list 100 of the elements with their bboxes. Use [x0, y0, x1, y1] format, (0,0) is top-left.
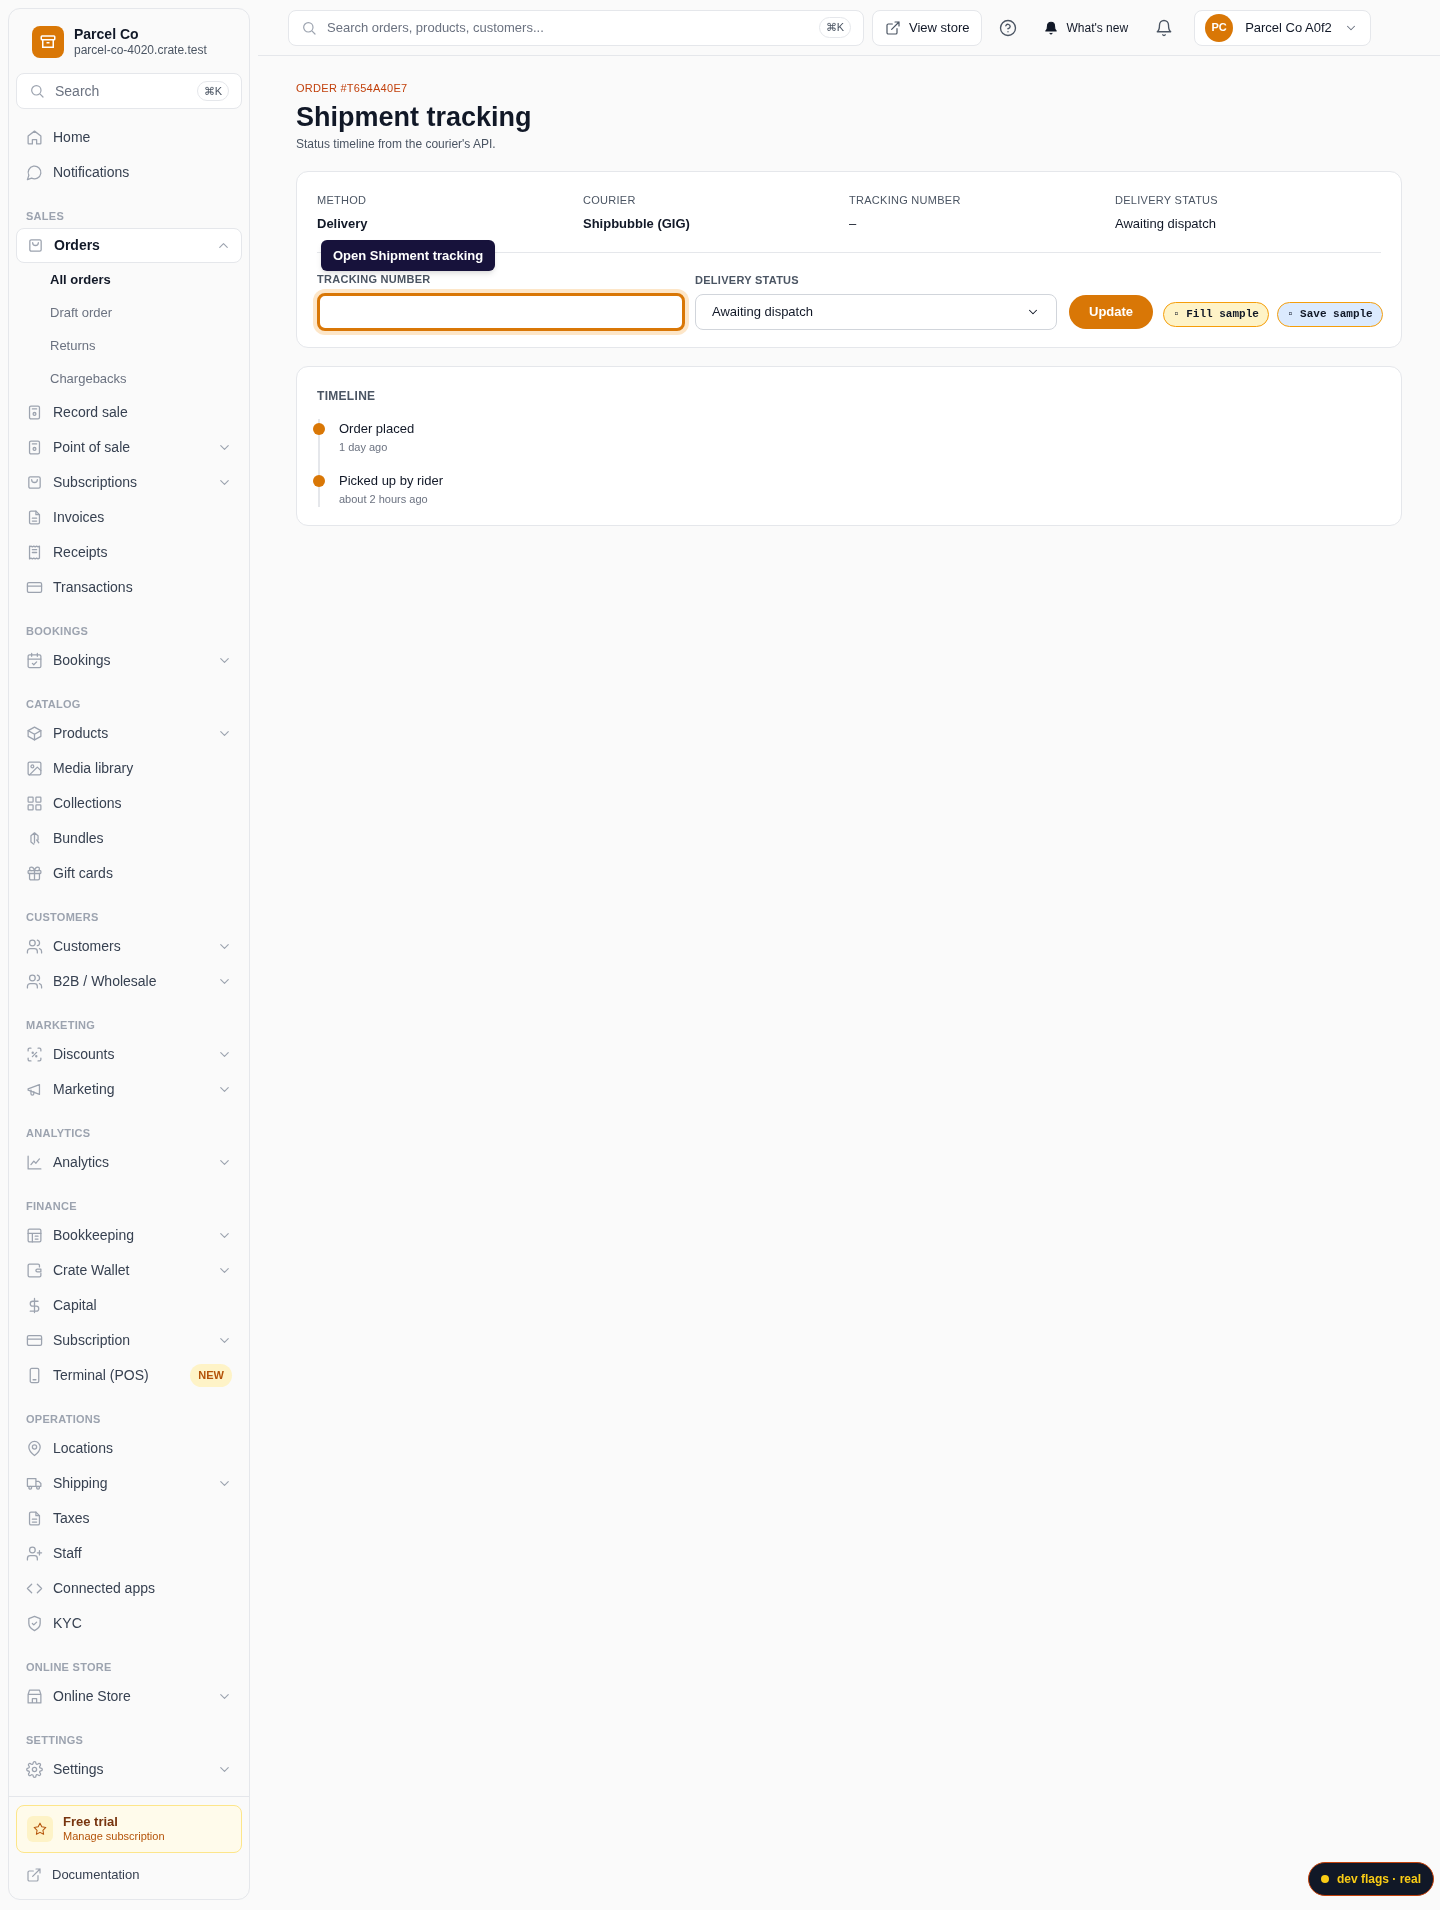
nav-item[interactable]: Notifications [16, 155, 242, 190]
search-icon [301, 19, 317, 36]
bell-icon [1155, 18, 1174, 37]
nav-item[interactable]: KYC [16, 1606, 242, 1641]
truck-icon [26, 1475, 43, 1492]
dev-flags-pill[interactable]: dev flags · real [1308, 1862, 1435, 1896]
new-badge: NEW [190, 1364, 232, 1387]
nav-item[interactable]: Subscription [16, 1323, 242, 1358]
nav-item[interactable]: Bookkeeping [16, 1218, 242, 1253]
store-logo-icon [32, 26, 64, 58]
search-placeholder: Search orders, products, customers... [327, 18, 545, 37]
document-icon [26, 1510, 43, 1527]
bag-icon [27, 237, 44, 254]
nav-item[interactable]: Gift cards [16, 856, 242, 891]
nav-item[interactable]: Crate Wallet [16, 1253, 242, 1288]
section-heading: FINANCE [25, 1198, 78, 1214]
sub-nav-item[interactable]: All orders [16, 263, 242, 296]
view-store-button[interactable]: View store [872, 9, 983, 46]
megaphone-icon [26, 1081, 43, 1098]
section-heading: BOOKINGS [25, 623, 90, 639]
external-link-icon [26, 1867, 42, 1883]
section-heading: ONLINE STORE [25, 1659, 113, 1675]
section-heading: OPERATIONS [25, 1411, 102, 1427]
field-label: TRACKING NUMBER [849, 192, 962, 208]
nav-item[interactable]: Marketing [16, 1072, 242, 1107]
bell-icon [1044, 20, 1059, 35]
nav-item[interactable]: Record sale [16, 395, 242, 430]
account-menu-button[interactable]: PC Parcel Co A0f2 [1194, 9, 1371, 46]
nav-item[interactable]: Capital [16, 1288, 242, 1323]
chat-bubble-icon [26, 164, 43, 181]
free-trial-card[interactable]: Free trial Manage subscription [16, 1805, 242, 1853]
sidebar-search-field[interactable]: Search ⌘K [16, 73, 242, 109]
field-value: Delivery [317, 215, 369, 233]
event-time: about 2 hours ago [339, 491, 429, 507]
nav-item[interactable]: Online Store [16, 1679, 242, 1714]
sub-nav-item[interactable]: Draft order [16, 296, 242, 329]
nav-item[interactable]: Discounts [16, 1037, 242, 1072]
nav-item[interactable]: Home [16, 120, 242, 155]
store-name: Parcel Co [74, 25, 140, 44]
settings-icon [26, 1761, 43, 1778]
delivery-status-select[interactable]: Awaiting dispatch [695, 294, 1057, 330]
nav-item[interactable]: Customers [16, 929, 242, 964]
nav-item[interactable]: Bundles [16, 821, 242, 856]
sample-button[interactable]: ▫ Fill sample [1163, 302, 1269, 327]
sample-button[interactable]: ▫ Save sample [1276, 302, 1383, 327]
event-time: 1 day ago [339, 439, 389, 455]
sub-nav-item[interactable]: Returns [16, 329, 242, 362]
nav-item[interactable]: Analytics [16, 1145, 242, 1180]
register-icon [26, 439, 43, 456]
search-icon [29, 83, 45, 99]
shield-check-icon [26, 1615, 43, 1632]
line-chart-icon [26, 1154, 43, 1171]
tracking-number-input[interactable] [317, 293, 685, 331]
nav-item[interactable]: Subscriptions [16, 465, 242, 500]
global-search-field[interactable]: Search orders, products, customers... ⌘K [288, 9, 864, 46]
nav-item[interactable]: Staff [16, 1536, 242, 1571]
order-number: ORDER #T654A40E7 [296, 81, 409, 96]
users-icon [26, 938, 43, 955]
nav-item[interactable]: Point of sale [16, 430, 242, 465]
nav-item[interactable]: Bookings [16, 643, 242, 678]
trial-link[interactable]: Manage subscription [63, 1830, 165, 1844]
section-heading: ANALYTICS [25, 1125, 92, 1141]
trial-title: Free trial [63, 1814, 119, 1831]
user-plus-icon [26, 1545, 43, 1562]
field-label: DELIVERY STATUS [695, 272, 800, 288]
nav-item[interactable]: Invoices [16, 500, 242, 535]
nav-item[interactable]: Products [16, 716, 242, 751]
nav-item[interactable]: Taxes [16, 1501, 242, 1536]
calendar-icon [26, 652, 43, 669]
bag-icon [26, 474, 43, 491]
section-heading: CATALOG [25, 696, 82, 712]
nav-item[interactable]: Orders [16, 228, 242, 263]
sub-nav-item[interactable]: Chargebacks [16, 362, 242, 395]
nav-item[interactable]: Connected apps [16, 1571, 242, 1606]
home-icon [26, 129, 43, 146]
section-heading: MARKETING [25, 1017, 97, 1033]
nav-item[interactable]: Locations [16, 1431, 242, 1466]
nav-item[interactable]: Receipts [16, 535, 242, 570]
nav-item[interactable]: Terminal (POS) NEW [16, 1358, 242, 1393]
nav-item[interactable]: Transactions [16, 570, 242, 605]
avatar: PC [1205, 13, 1234, 42]
event-title: Order placed [339, 420, 416, 438]
store-domain: parcel-co-4020.crate.test [74, 43, 207, 59]
percent-icon [26, 1046, 43, 1063]
image-icon [26, 760, 43, 777]
nav-item[interactable]: B2B / Wholesale [16, 964, 242, 999]
nav-item[interactable]: Collections [16, 786, 242, 821]
location-pin-icon [26, 1440, 43, 1457]
documentation-link[interactable]: Documentation [16, 1859, 242, 1891]
users-icon [26, 973, 43, 990]
card-icon [26, 579, 43, 596]
nav-item[interactable]: Shipping [16, 1466, 242, 1501]
nav-item[interactable]: Settings [16, 1752, 242, 1787]
whats-new-button[interactable]: What's new [1034, 9, 1139, 46]
store-icon [26, 1688, 43, 1705]
grid-icon [26, 795, 43, 812]
field-label: DELIVERY STATUS [1115, 192, 1219, 208]
star-icon [33, 1822, 47, 1836]
nav-item[interactable]: Media library [16, 751, 242, 786]
search-placeholder: Search [55, 81, 101, 101]
